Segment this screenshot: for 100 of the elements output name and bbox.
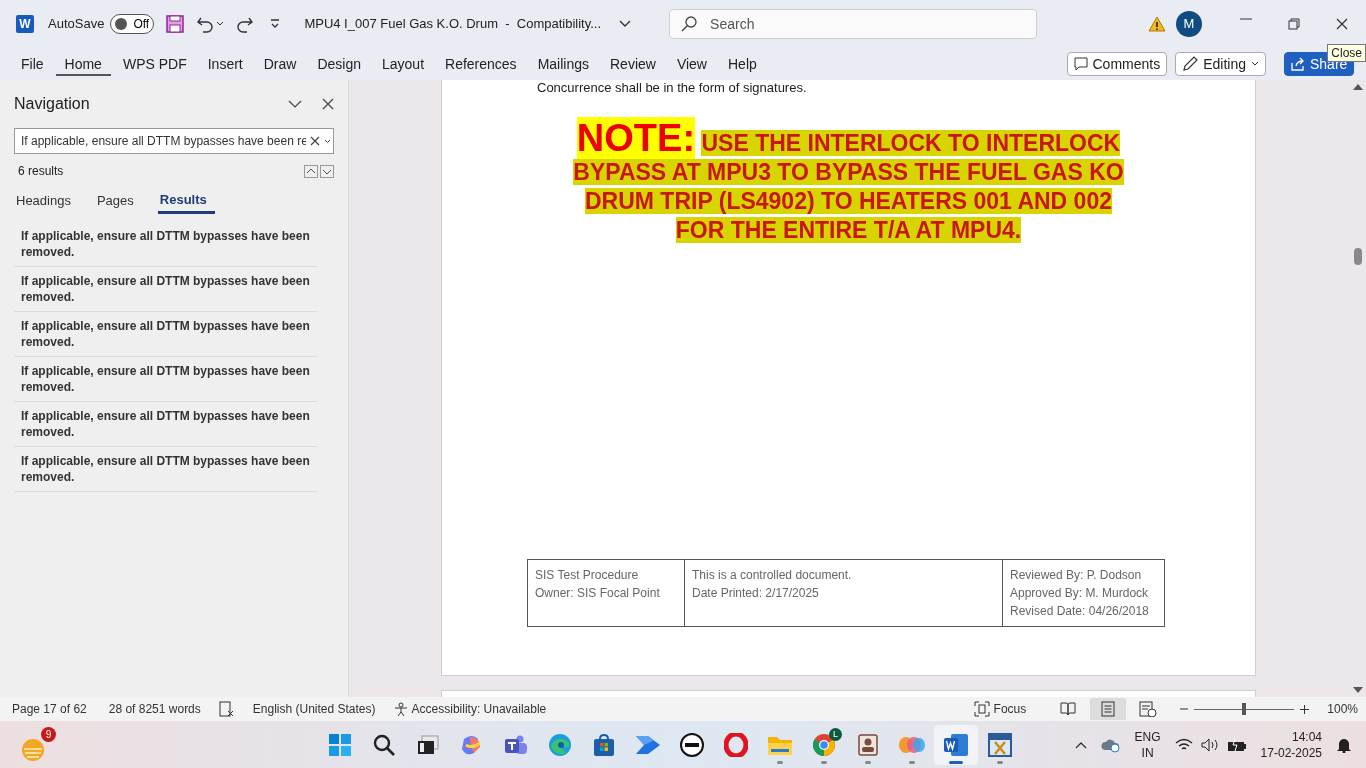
footer-text: Date Printed: 2/17/2025 <box>692 586 820 600</box>
scissors-board-icon[interactable] <box>987 731 1013 758</box>
proofing-icon[interactable] <box>218 701 235 717</box>
view-button[interactable] <box>1090 698 1127 720</box>
notification-bell-icon[interactable] <box>1336 736 1352 753</box>
search-result[interactable]: If applicable, ensure all DTTM bypasses have been removed. <box>14 402 317 447</box>
caret-icon <box>324 138 331 144</box>
battery-icon[interactable] <box>1226 737 1247 752</box>
word-count[interactable]: 28 of 8251 words <box>108 702 201 716</box>
footer-text: SIS Test Procedure <box>535 568 640 582</box>
pane-tab[interactable]: Pages <box>94 190 142 214</box>
scroll-up-icon[interactable] <box>1353 83 1363 90</box>
blobs-icon[interactable] <box>898 734 926 755</box>
focus-icon <box>973 701 990 717</box>
start-icon[interactable] <box>328 732 352 757</box>
bag-icon[interactable] <box>592 732 616 757</box>
chevron-down-icon[interactable] <box>288 100 302 108</box>
warning-icon[interactable] <box>1148 15 1166 32</box>
share-icon <box>1291 56 1305 71</box>
zoom-out-icon[interactable] <box>1180 705 1189 713</box>
ribbon-tab[interactable]: Design <box>308 51 370 76</box>
app-logo-icon: W <box>16 14 34 33</box>
close-icon[interactable] <box>322 98 334 110</box>
ribbon-tab[interactable]: Review <box>601 51 665 76</box>
account-avatar[interactable]: M <box>1176 10 1202 37</box>
taskbar-app[interactable]: L <box>802 724 846 765</box>
zoom-level[interactable]: 100% <box>1327 702 1358 716</box>
ring-logo-icon[interactable] <box>679 731 705 758</box>
autosave-toggle[interactable]: Off <box>110 13 155 34</box>
minimize-icon <box>1240 17 1252 20</box>
people-icon[interactable] <box>504 733 528 756</box>
clear-icon <box>310 136 320 146</box>
caret-icon <box>1251 60 1259 67</box>
restore-icon <box>1288 17 1300 30</box>
note-text: NOTE: USE THE INTERLOCK TO INTERLOCK BYPASS AT MPU3 TO BYPASS THE FUEL GAS KO DRUM TRIP (LS4902) TO HEATERS 001 AND 002 FOR THE ENTIRE T/A AT MPU4. <box>572 119 1125 245</box>
web-page-icon <box>1139 701 1158 717</box>
search-icon <box>681 15 698 32</box>
notification-badge: 9 <box>41 726 56 742</box>
search-result[interactable]: If applicable, ensure all DTTM bypasses have been removed. <box>14 267 317 312</box>
chrome-like-icon[interactable] <box>812 732 836 757</box>
close-icon <box>1336 17 1348 30</box>
document-title: MPU4 I_007 Fuel Gas K.O. Drum - Compatibility... <box>304 16 602 31</box>
ribbon-tab[interactable]: Insert <box>198 51 252 76</box>
clock[interactable]: 14:04 17-02-2025 <box>1260 728 1322 761</box>
scroll-down-icon[interactable] <box>1353 687 1363 694</box>
task-view-icon[interactable] <box>417 734 439 755</box>
search-result[interactable]: If applicable, ensure all DTTM bypasses have been removed. <box>14 222 317 267</box>
wifi-icon[interactable] <box>1174 737 1193 752</box>
tooltip: Close <box>1327 44 1366 62</box>
chevron-arrow-icon[interactable] <box>635 734 661 755</box>
editing-button[interactable]: Editing <box>1175 51 1266 76</box>
footer-text: Revised Date: 04/26/2018 <box>1010 604 1150 618</box>
accessibility-status[interactable]: Accessibility: Unavailable <box>393 700 547 718</box>
ribbon-tab[interactable]: Mailings <box>528 51 598 76</box>
ring-icon[interactable] <box>724 732 748 757</box>
page-lines-icon <box>1101 701 1116 717</box>
ribbon-tab[interactable]: Home <box>55 51 111 76</box>
ribbon-tab[interactable]: Help <box>719 51 766 76</box>
ribbon-tab[interactable]: WPS PDF <box>113 51 196 76</box>
language-status[interactable]: English (United States) <box>252 702 376 716</box>
caret-icon[interactable] <box>216 20 225 27</box>
previous-result-icon[interactable] <box>304 164 318 178</box>
document-w-icon[interactable] <box>943 732 969 757</box>
show-hidden-icon[interactable] <box>1074 740 1087 749</box>
chevron-down-icon[interactable] <box>619 19 632 28</box>
ribbon-tab[interactable]: File <box>12 51 53 76</box>
page-count[interactable]: Page 17 of 62 <box>12 702 87 716</box>
search-icon[interactable] <box>372 732 396 757</box>
save-icon[interactable] <box>166 14 185 33</box>
footer-text: Approved By: M. Murdock <box>1010 586 1150 600</box>
search-result[interactable]: If applicable, ensure all DTTM bypasses have been removed. <box>14 447 317 492</box>
focus-button[interactable]: Focus <box>973 699 1027 719</box>
ribbon-tab[interactable]: View <box>667 51 716 76</box>
result-count: 6 results <box>18 164 64 178</box>
zoom-in-icon[interactable] <box>1300 704 1310 714</box>
comments-button[interactable]: Comments <box>1066 51 1168 76</box>
pane-title: Navigation <box>14 95 91 113</box>
input-language[interactable]: ENG IN <box>1134 728 1161 761</box>
pane-tab[interactable]: Headings <box>14 190 79 214</box>
weather-widget[interactable]: 9 <box>20 726 56 763</box>
sun-icon <box>20 736 46 763</box>
scrollbar-thumb[interactable] <box>1354 248 1362 265</box>
footer-text: Owner: SIS Focal Point <box>535 586 661 600</box>
ribbon-tab[interactable]: References <box>436 51 526 76</box>
person-icon <box>393 702 408 716</box>
pane-tab[interactable]: Results <box>157 190 215 214</box>
customize-icon[interactable] <box>270 18 281 29</box>
ribbon-tab[interactable]: Draw <box>254 51 306 76</box>
search-result[interactable]: If applicable, ensure all DTTM bypasses have been removed. <box>14 357 317 402</box>
ribbon-tab[interactable]: Layout <box>373 51 434 76</box>
id-frame-icon[interactable] <box>857 732 879 757</box>
next-result-icon[interactable] <box>320 164 334 178</box>
pencil-icon <box>1182 55 1199 72</box>
volume-icon[interactable] <box>1200 737 1219 752</box>
profile-badge: L <box>829 727 842 741</box>
autosave-label: AutoSave <box>48 16 105 31</box>
search-result[interactable]: If applicable, ensure all DTTM bypasses have been removed. <box>14 312 317 357</box>
wave-circle-icon[interactable] <box>548 732 572 757</box>
body-text: Concurrence shall be in the form of signatures. <box>537 80 807 95</box>
search-field[interactable]: Search <box>669 8 1038 39</box>
